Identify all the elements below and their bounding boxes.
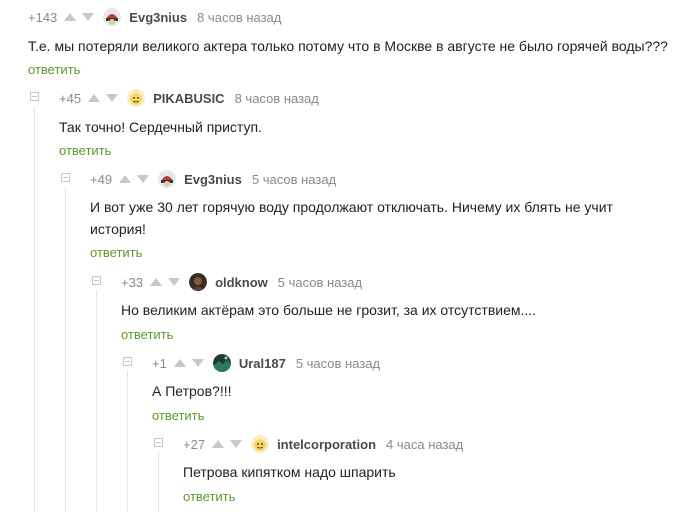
reply-link[interactable]: ответить xyxy=(90,245,142,260)
yellow-face-avatar-icon[interactable] xyxy=(127,89,146,107)
comment-text: А Петров?!!! xyxy=(152,383,232,399)
collapse-thread-icon[interactable] xyxy=(30,92,39,101)
comment-time: 5 часов назад xyxy=(251,171,337,187)
collapse-thread-icon[interactable] xyxy=(61,173,70,182)
upvote-arrow-icon[interactable] xyxy=(211,439,225,449)
helmet-avatar-icon[interactable] xyxy=(103,8,122,26)
comment-time: 5 часов назад xyxy=(277,274,363,290)
thread-line xyxy=(158,452,159,512)
yellow-face-avatar-icon[interactable] xyxy=(251,435,270,453)
comment-username[interactable]: PIKABUSIC xyxy=(153,91,225,106)
comment-username[interactable]: oldknow xyxy=(215,275,268,290)
comment-rating: +27 xyxy=(183,436,206,452)
comment-rating: +1 xyxy=(152,355,167,371)
thread-line xyxy=(127,371,128,512)
comment-text: Но великим актёрам это больше не грозит,… xyxy=(121,302,537,318)
downvote-arrow-icon[interactable] xyxy=(81,12,95,22)
comment-text: И вот уже 30 лет горячую воду продолжают… xyxy=(90,199,613,237)
comment-text: Т.е. мы потеряли великого актера только … xyxy=(28,38,668,54)
helmet-avatar-icon[interactable] xyxy=(158,170,177,188)
downvote-arrow-icon[interactable] xyxy=(136,174,150,184)
thread-line xyxy=(34,107,35,512)
upvote-arrow-icon[interactable] xyxy=(149,277,163,287)
downvote-arrow-icon[interactable] xyxy=(229,439,243,449)
upvote-arrow-icon[interactable] xyxy=(87,93,101,103)
upvote-arrow-icon[interactable] xyxy=(63,12,77,22)
downvote-arrow-icon[interactable] xyxy=(191,358,205,368)
comment-time: 8 часов назад xyxy=(234,90,319,106)
comment-username[interactable]: Evg3nius xyxy=(184,172,242,187)
reply-link[interactable]: ответить xyxy=(28,62,80,77)
dark-avatar-icon[interactable] xyxy=(189,273,208,291)
reply-link[interactable]: ответить xyxy=(152,408,204,423)
comment-header: +27 intelcorporation 4 часа назад xyxy=(183,434,463,454)
downvote-arrow-icon[interactable] xyxy=(105,93,119,103)
upvote-arrow-icon[interactable] xyxy=(118,174,132,184)
collapse-thread-icon[interactable] xyxy=(92,276,101,285)
comment-header: +49 Evg3nius 5 часов назад xyxy=(90,169,336,189)
reply-link[interactable]: ответить xyxy=(59,143,111,158)
comment-text: Петрова кипятком надо шпарить xyxy=(183,464,396,480)
comment-rating: +143 xyxy=(28,9,58,25)
landscape-avatar-icon[interactable] xyxy=(212,354,231,372)
reply-link[interactable]: ответить xyxy=(121,327,173,342)
collapse-thread-icon[interactable] xyxy=(123,357,132,366)
comment-header: +45 PIKABUSIC 8 часов назад xyxy=(59,88,319,108)
comment-header: +33 oldknow 5 часов назад xyxy=(121,272,362,292)
comment-text: Так точно! Сердечный приступ. xyxy=(59,119,262,135)
comment-header: +143 Evg3nius 8 часов назад xyxy=(28,7,281,27)
comment-username[interactable]: Ural187 xyxy=(239,356,286,371)
upvote-arrow-icon[interactable] xyxy=(173,358,187,368)
comment-rating: +45 xyxy=(59,90,82,106)
comment-time: 8 часов назад xyxy=(197,9,282,25)
reply-link[interactable]: ответить xyxy=(183,489,235,504)
comment-username[interactable]: intelcorporation xyxy=(277,437,376,452)
thread-line xyxy=(96,290,97,512)
comment-header: +1 Ural187 5 часов назад xyxy=(152,353,380,373)
thread-line xyxy=(65,188,66,512)
collapse-thread-icon[interactable] xyxy=(154,438,163,447)
comment-rating: +49 xyxy=(90,171,113,187)
comment-time: 4 часа назад xyxy=(386,436,464,452)
comment-username[interactable]: Evg3nius xyxy=(129,10,187,25)
downvote-arrow-icon[interactable] xyxy=(167,277,181,287)
comment-time: 5 часов назад xyxy=(295,355,381,371)
comment-rating: +33 xyxy=(121,274,144,290)
